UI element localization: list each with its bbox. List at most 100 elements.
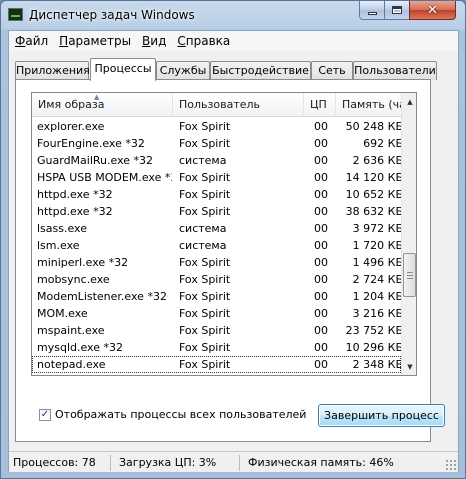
process-cpu: 00 — [314, 222, 328, 235]
process-name: explorer.exe — [37, 120, 105, 133]
window-title: Диспетчер задач Windows — [29, 8, 195, 22]
show-all-users-option[interactable]: ✓ Отображать процессы всех пользователей — [39, 408, 306, 421]
menu-item-0[interactable]: Файл — [11, 32, 52, 50]
process-memory: 1 204 КБ — [352, 290, 403, 303]
show-all-users-checkbox[interactable]: ✓ — [39, 408, 51, 421]
process-row[interactable]: lsass.exe система 00 3 972 КБ — [32, 220, 403, 237]
title-bar[interactable]: Диспетчер задач Windows ✕ — [1, 1, 465, 30]
process-row[interactable]: mysqld.exe *32 Fox Spirit 00 10 296 КБ — [32, 339, 403, 356]
menu-item-1[interactable]: Параметры — [55, 32, 135, 50]
scroll-down-arrow-icon[interactable]: ▼ — [402, 358, 416, 375]
resize-grip-icon[interactable] — [445, 459, 457, 471]
tab-0[interactable]: Приложения — [15, 61, 90, 80]
process-cpu: 00 — [314, 239, 328, 252]
process-user: Fox Spirit — [179, 256, 231, 269]
menu-item-hotkey: С — [177, 34, 186, 48]
show-all-users-label: Отображать процессы всех пользователей — [55, 408, 307, 421]
close-button[interactable]: ✕ — [409, 1, 456, 20]
process-name: MOM.exe — [37, 307, 88, 320]
column-header-user[interactable]: Пользователь — [173, 93, 304, 117]
process-name: mysqld.exe *32 — [37, 341, 123, 354]
menu-item-3[interactable]: Справка — [173, 32, 234, 50]
column-header-memory[interactable]: Память (час... — [336, 93, 401, 117]
process-cpu: 00 — [314, 324, 328, 337]
maximize-button[interactable] — [384, 1, 410, 20]
tab-4[interactable]: Сеть — [311, 61, 353, 80]
process-user: система — [179, 154, 227, 167]
minimize-icon — [367, 11, 377, 15]
process-row[interactable]: mspaint.exe Fox Spirit 00 23 752 КБ — [32, 322, 403, 339]
process-row[interactable]: lsm.exe система 00 1 720 КБ — [32, 237, 403, 254]
process-user: Fox Spirit — [179, 137, 231, 150]
process-memory: 1 496 КБ — [352, 256, 403, 269]
status-bar: Процессов: 78 Загрузка ЦП: 3% Физическая… — [9, 451, 458, 472]
tab-2[interactable]: Службы — [156, 61, 210, 80]
process-name: mspaint.exe — [37, 324, 105, 337]
process-cpu: 00 — [314, 358, 328, 371]
process-memory: 23 752 КБ — [345, 324, 403, 337]
process-list[interactable]: ▲ Имя образа Пользователь ЦП Память (час… — [31, 92, 417, 376]
tab-5[interactable]: Пользователи — [353, 61, 437, 80]
menu-item-label: араметры — [68, 34, 132, 48]
process-cpu: 00 — [314, 273, 328, 286]
process-cpu: 00 — [314, 188, 328, 201]
process-memory: 2 636 КБ — [352, 154, 403, 167]
client-area: Файл Параметры Вид Справка Приложения Процес… — [8, 30, 459, 472]
status-cpu-usage: Загрузка ЦП: 3% — [117, 455, 240, 471]
process-row[interactable]: miniperl.exe *32 Fox Spirit 00 1 496 КБ — [32, 254, 403, 271]
process-cpu: 00 — [314, 205, 328, 218]
process-cpu: 00 — [314, 171, 328, 184]
process-row[interactable]: HSPA USB MODEM.exe *32 Fox Spirit 00 14 120… — [32, 169, 403, 186]
scrollbar-thumb[interactable] — [403, 253, 416, 297]
process-row[interactable]: httpd.exe *32 Fox Spirit 00 38 632 КБ — [32, 203, 403, 220]
process-row[interactable]: MOM.exe Fox Spirit 00 3 216 КБ — [32, 305, 403, 322]
menu-item-2[interactable]: Вид — [138, 32, 170, 50]
process-row[interactable]: FourEngine.exe *32 Fox Spirit 00 692 КБ — [32, 135, 403, 152]
tab-1[interactable]: Процессы — [90, 58, 156, 81]
process-user: Fox Spirit — [179, 358, 231, 371]
process-user: Fox Spirit — [179, 307, 231, 320]
process-row[interactable]: GuardMailRu.exe *32 система 00 2 636 КБ — [32, 152, 403, 169]
vertical-scrollbar[interactable]: ▲ ▼ — [401, 93, 416, 375]
menu-item-label: айл — [25, 34, 49, 48]
process-name: mobsync.exe — [37, 273, 110, 286]
end-process-button[interactable]: Завершить процесс — [318, 404, 445, 427]
process-user: Fox Spirit — [179, 205, 231, 218]
process-row[interactable]: mobsync.exe Fox Spirit 00 2 724 КБ — [32, 271, 403, 288]
column-header-cpu[interactable]: ЦП — [304, 93, 336, 117]
menu-item-hotkey: Ф — [15, 34, 26, 48]
column-header-user-label: Пользователь — [179, 98, 261, 111]
process-memory: 3 972 КБ — [352, 222, 403, 235]
process-row[interactable]: explorer.exe Fox Spirit 00 50 248 КБ — [32, 118, 403, 135]
process-cpu: 00 — [314, 137, 328, 150]
process-name: notepad.exe — [37, 358, 106, 371]
process-row[interactable]: ModemListener.exe *32 Fox Spirit 00 1 204 К… — [32, 288, 403, 305]
close-icon: ✕ — [427, 2, 438, 18]
process-name: lsm.exe — [37, 239, 80, 252]
process-memory: 38 632 КБ — [345, 205, 403, 218]
scroll-up-arrow-icon[interactable]: ▲ — [402, 93, 416, 110]
process-cpu: 00 — [314, 256, 328, 269]
minimize-button[interactable] — [359, 1, 385, 20]
process-cpu: 00 — [314, 307, 328, 320]
menu-item-hotkey: П — [59, 34, 69, 48]
tab-3[interactable]: Быстродействие — [210, 61, 311, 80]
task-manager-window: Диспетчер задач Windows ✕ Файл Параметры В… — [0, 0, 466, 479]
processes-panel: ▲ Имя образа Пользователь ЦП Память (час… — [15, 79, 445, 442]
process-memory: 14 120 КБ — [345, 171, 403, 184]
column-header-name[interactable]: ▲ Имя образа — [32, 93, 173, 117]
process-memory: 50 248 КБ — [345, 120, 403, 133]
task-manager-icon — [8, 8, 23, 21]
process-row[interactable]: httpd.exe *32 Fox Spirit 00 10 652 КБ — [32, 186, 403, 203]
process-memory: 2 348 КБ — [352, 358, 403, 371]
process-memory: 2 724 КБ — [352, 273, 403, 286]
status-physical-memory: Физическая память: 46% — [248, 456, 394, 469]
process-cpu: 00 — [314, 341, 328, 354]
process-memory: 10 652 КБ — [345, 188, 403, 201]
process-memory: 1 720 КБ — [352, 239, 403, 252]
process-name: lsass.exe — [37, 222, 87, 235]
menu-item-label: ид — [150, 34, 167, 48]
process-row[interactable]: notepad.exe Fox Spirit 00 2 348 КБ — [32, 356, 403, 373]
process-cpu: 00 — [314, 154, 328, 167]
process-cpu: 00 — [314, 120, 328, 133]
